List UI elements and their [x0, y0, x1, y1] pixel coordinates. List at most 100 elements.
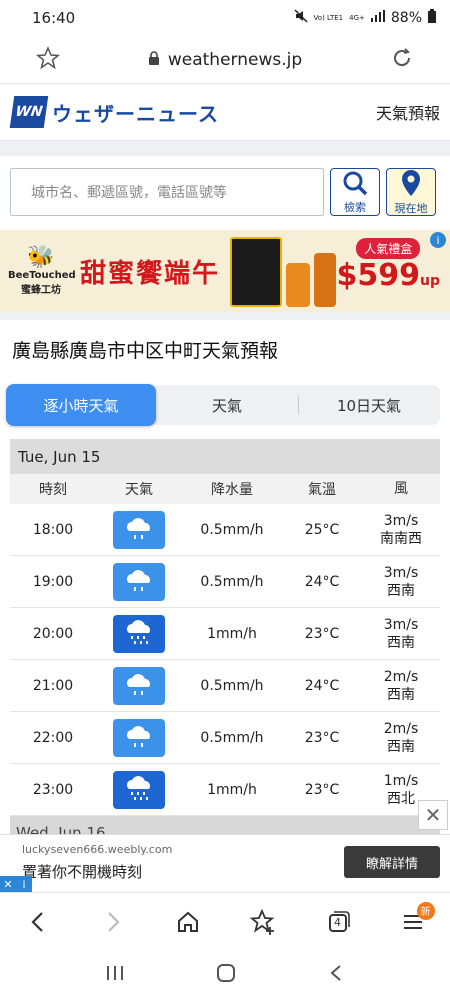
network-label: Vo) LTE1 [313, 13, 344, 22]
row-temp: 23°C [304, 625, 340, 642]
menu-icon[interactable]: 新 [393, 901, 435, 942]
home-icon[interactable] [168, 902, 208, 942]
row-temp: 24°C [304, 677, 340, 694]
rain-icon [113, 614, 165, 653]
battery-icon [428, 9, 436, 27]
row-time: 18:00 [32, 521, 74, 538]
close-ad-button[interactable]: ✕ [418, 800, 448, 830]
ad-domain: luckyseven666.weebly.com [22, 843, 173, 856]
status-bar: 16:40 Vo) LTE1 4G+ 88% [0, 0, 450, 36]
forecast-tabs: 逐小時天氣 天氣 10日天氣 [6, 384, 440, 426]
row-precip: 1mm/h [207, 781, 257, 798]
table-row: 21:00 0.5mm/h 24°C 2m/s 西南 [10, 660, 440, 712]
search-input[interactable]: 城市名、郵遞區號，電話區號等 [10, 168, 324, 216]
status-icons: Vo) LTE1 4G+ 88% [294, 9, 436, 27]
light-rain-icon [113, 666, 165, 705]
tab-weather[interactable]: 天氣 [156, 385, 298, 425]
url-text: weathernews.jp [167, 49, 303, 70]
ad-choices[interactable]: ✕ i [0, 876, 32, 892]
table-row: 22:00 0.5mm/h 23°C 2m/s 西南 [10, 712, 440, 764]
search-button-label: 檢索 [344, 200, 366, 214]
row-precip: 1mm/h [207, 625, 257, 642]
ad-price: $599 [336, 258, 421, 293]
light-rain-icon [113, 562, 165, 601]
ad-product-image [230, 233, 342, 309]
home-button-icon[interactable] [215, 962, 237, 988]
ad-info-icon[interactable]: i [430, 232, 446, 248]
date-header: Tue, Jun 15 [10, 440, 440, 474]
site-header: WN ウェザーニュース 天氣預報 [0, 84, 450, 140]
ad-close-icon[interactable]: ✕ [0, 876, 16, 892]
battery-percent: 88% [390, 10, 422, 26]
mute-icon [294, 9, 308, 27]
header-nav-forecast[interactable]: 天氣預報 [376, 100, 440, 124]
lock-icon [148, 50, 160, 70]
forward-icon[interactable] [93, 902, 133, 942]
hourly-table: Tue, Jun 15 時刻 天氣 降水量 氣溫 風 18:00 0.5mm/h… [10, 439, 440, 816]
search-button[interactable]: 檢索 [330, 168, 380, 216]
table-row: 18:00 0.5mm/h 25°C 3m/s 南南西 [10, 504, 440, 556]
browser-url-bar: weathernews.jp [0, 36, 450, 84]
row-time: 21:00 [32, 677, 74, 694]
clock: 16:40 [32, 9, 76, 27]
system-back-icon[interactable] [327, 963, 345, 987]
light-rain-icon [113, 510, 165, 549]
row-precip: 0.5mm/h [200, 677, 264, 694]
ad-price-unit: up [420, 273, 440, 289]
top-ad-banner[interactable]: 🐝 BeeTouched 蜜蜂工坊 甜蜜饗端午 人氣禮盒 $599up i [0, 230, 450, 312]
col-weather: 天氣 [125, 482, 153, 498]
bookmark-star-icon[interactable] [36, 45, 60, 74]
menu-badge: 新 [416, 901, 435, 920]
location-button-label: 現在地 [394, 201, 428, 215]
row-precip: 0.5mm/h [200, 521, 264, 538]
table-column-headers: 時刻 天氣 降水量 氣溫 風 [10, 474, 440, 504]
light-rain-icon [113, 718, 165, 757]
ad-brand: 🐝 BeeTouched 蜜蜂工坊 [0, 245, 76, 297]
current-location-button[interactable]: 現在地 [386, 168, 436, 216]
reload-icon[interactable] [390, 46, 414, 74]
table-row: 20:00 1mm/h 23°C 3m/s 西南 [10, 608, 440, 660]
network-gen: 4G+ [349, 13, 365, 22]
rain-icon [113, 770, 165, 809]
search-row: 城市名、郵遞區號，電話區號等 檢索 現在地 [0, 156, 450, 230]
ad-info-icon[interactable]: i [16, 876, 32, 892]
bee-logo-icon: 🐝 [27, 245, 55, 270]
back-icon[interactable] [18, 902, 58, 942]
tab-10day[interactable]: 10日天氣 [298, 385, 440, 425]
address-field[interactable]: weathernews.jp [148, 50, 302, 70]
row-temp: 24°C [304, 573, 340, 590]
magnifier-icon [342, 170, 368, 199]
ad-price-block: 人氣禮盒 $599up [336, 238, 440, 298]
row-temp: 25°C [304, 521, 340, 538]
tab-count: 4 [334, 915, 341, 929]
col-temp: 氣溫 [308, 482, 336, 498]
browser-nav-bar: 4 新 [0, 892, 450, 950]
bottom-ad-banner[interactable]: luckyseven666.weebly.com 置著你不開機時刻 瞭解詳情 ✕… [0, 834, 450, 892]
col-precip: 降水量 [211, 482, 253, 498]
logo-text: ウェザーニュース [52, 101, 219, 126]
tab-hourly[interactable]: 逐小時天氣 [6, 384, 156, 426]
ad-brand-text: BeeTouched 蜜蜂工坊 [8, 270, 76, 296]
section-divider-2 [0, 312, 450, 320]
signal-icon [370, 10, 385, 26]
site-logo[interactable]: WN ウェザーニュース [9, 96, 219, 128]
next-date-header: Wed, Jun 16 [10, 816, 440, 836]
row-time: 20:00 [32, 625, 74, 642]
page-title: 廣島縣廣島市中区中町天氣預報 [12, 340, 279, 362]
tabs-icon[interactable]: 4 [318, 902, 358, 942]
row-wind: 3m/s 南南西 [380, 512, 422, 547]
row-precip: 0.5mm/h [200, 573, 264, 590]
ad-text: 置著你不開機時刻 [22, 863, 143, 881]
row-wind: 2m/s 西南 [383, 668, 419, 703]
ad-cta-button[interactable]: 瞭解詳情 [344, 846, 440, 878]
table-row: 19:00 0.5mm/h 24°C 3m/s 西南 [10, 556, 440, 608]
location-pin-icon [400, 169, 422, 200]
wn-logo-icon: WN [9, 96, 49, 128]
bookmarks-icon[interactable] [243, 902, 283, 942]
row-wind: 3m/s 西南 [383, 616, 419, 651]
recents-icon[interactable] [105, 964, 125, 986]
section-divider [0, 140, 450, 156]
ad-slogan: 甜蜜饗端午 [80, 258, 221, 289]
table-row: 23:00 1mm/h 23°C 1m/s 西北 [10, 764, 440, 816]
ad-tag: 人氣禮盒 [356, 238, 421, 259]
